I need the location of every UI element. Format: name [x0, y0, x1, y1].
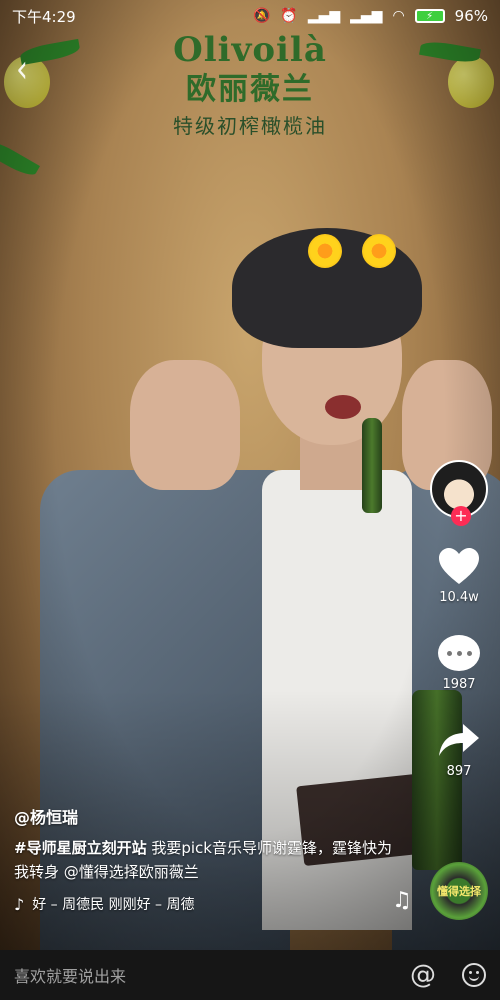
signal-icon: ▂▄▆: [350, 8, 383, 24]
status-bar: 下午4:29 🔕 ⏰ ▂▄▆ ▂▄▆ ◠ ⚡ 96%: [0, 0, 500, 32]
like-action[interactable]: 10.4w: [436, 546, 482, 605]
status-icons: 🔕 ⏰ ▂▄▆ ▂▄▆ ◠ ⚡ 96%: [253, 7, 488, 25]
comment-input-bar[interactable]: 喜欢就要说出来 @: [0, 950, 500, 1000]
music-disc[interactable]: 懂得选择: [430, 862, 488, 920]
comment-input[interactable]: 喜欢就要说出来: [14, 963, 126, 987]
video-caption: @杨恒瑞 #导师星厨立刻开站 我要pick音乐导师谢霆锋，霆锋快为我转身 @懂得…: [14, 804, 394, 914]
action-rail: + 10.4w 1987 897: [426, 460, 492, 779]
comment-action[interactable]: 1987: [436, 633, 482, 692]
comment-count: 1987: [442, 677, 476, 692]
video-description: #导师星厨立刻开站 我要pick音乐导师谢霆锋，霆锋快为我转身 @懂得选择欧丽薇…: [14, 836, 394, 884]
battery-level: 96%: [454, 7, 488, 25]
signal-icon: ▂▄▆: [307, 8, 341, 24]
comment-icon[interactable]: [436, 633, 482, 673]
brand-name-cn: 欧丽薇兰: [186, 72, 314, 107]
like-count: 10.4w: [439, 590, 479, 605]
brand-logo: Olivoilà 欧丽薇兰 特级初榨橄榄油: [0, 30, 500, 139]
author-avatar[interactable]: +: [430, 460, 488, 526]
hashtag-link[interactable]: #导师星厨立刻开站: [14, 839, 147, 857]
music-marquee[interactable]: ♪ 好 – 周德民 刚刚好 – 周德: [14, 894, 244, 914]
heart-icon[interactable]: [436, 546, 482, 586]
music-notes-icon: ♫: [392, 888, 412, 913]
share-action[interactable]: 897: [436, 720, 482, 779]
tiktok-note-icon: ♪: [14, 894, 25, 914]
music-disc-label: 懂得选择: [437, 885, 481, 898]
at-mention-icon[interactable]: @: [410, 960, 436, 990]
battery-icon: ⚡: [414, 9, 445, 23]
brand-tagline: 特级初榨橄榄油: [173, 114, 327, 138]
status-time: 下午4:29: [12, 7, 76, 26]
music-title: 好 – 周德民 刚刚好 – 周德: [32, 897, 195, 913]
share-arrow-icon[interactable]: [436, 720, 482, 760]
emoji-icon[interactable]: [462, 963, 486, 987]
back-chevron-icon[interactable]: ‹: [16, 47, 28, 93]
wifi-icon: ◠: [392, 8, 405, 24]
author-name-link[interactable]: @杨恒瑞: [14, 804, 394, 828]
alarm-icon: ⏰: [280, 8, 298, 24]
share-count: 897: [446, 764, 472, 779]
input-bar-icons: @: [410, 960, 486, 990]
mute-icon: 🔕: [252, 8, 271, 24]
follow-button[interactable]: +: [451, 506, 471, 526]
